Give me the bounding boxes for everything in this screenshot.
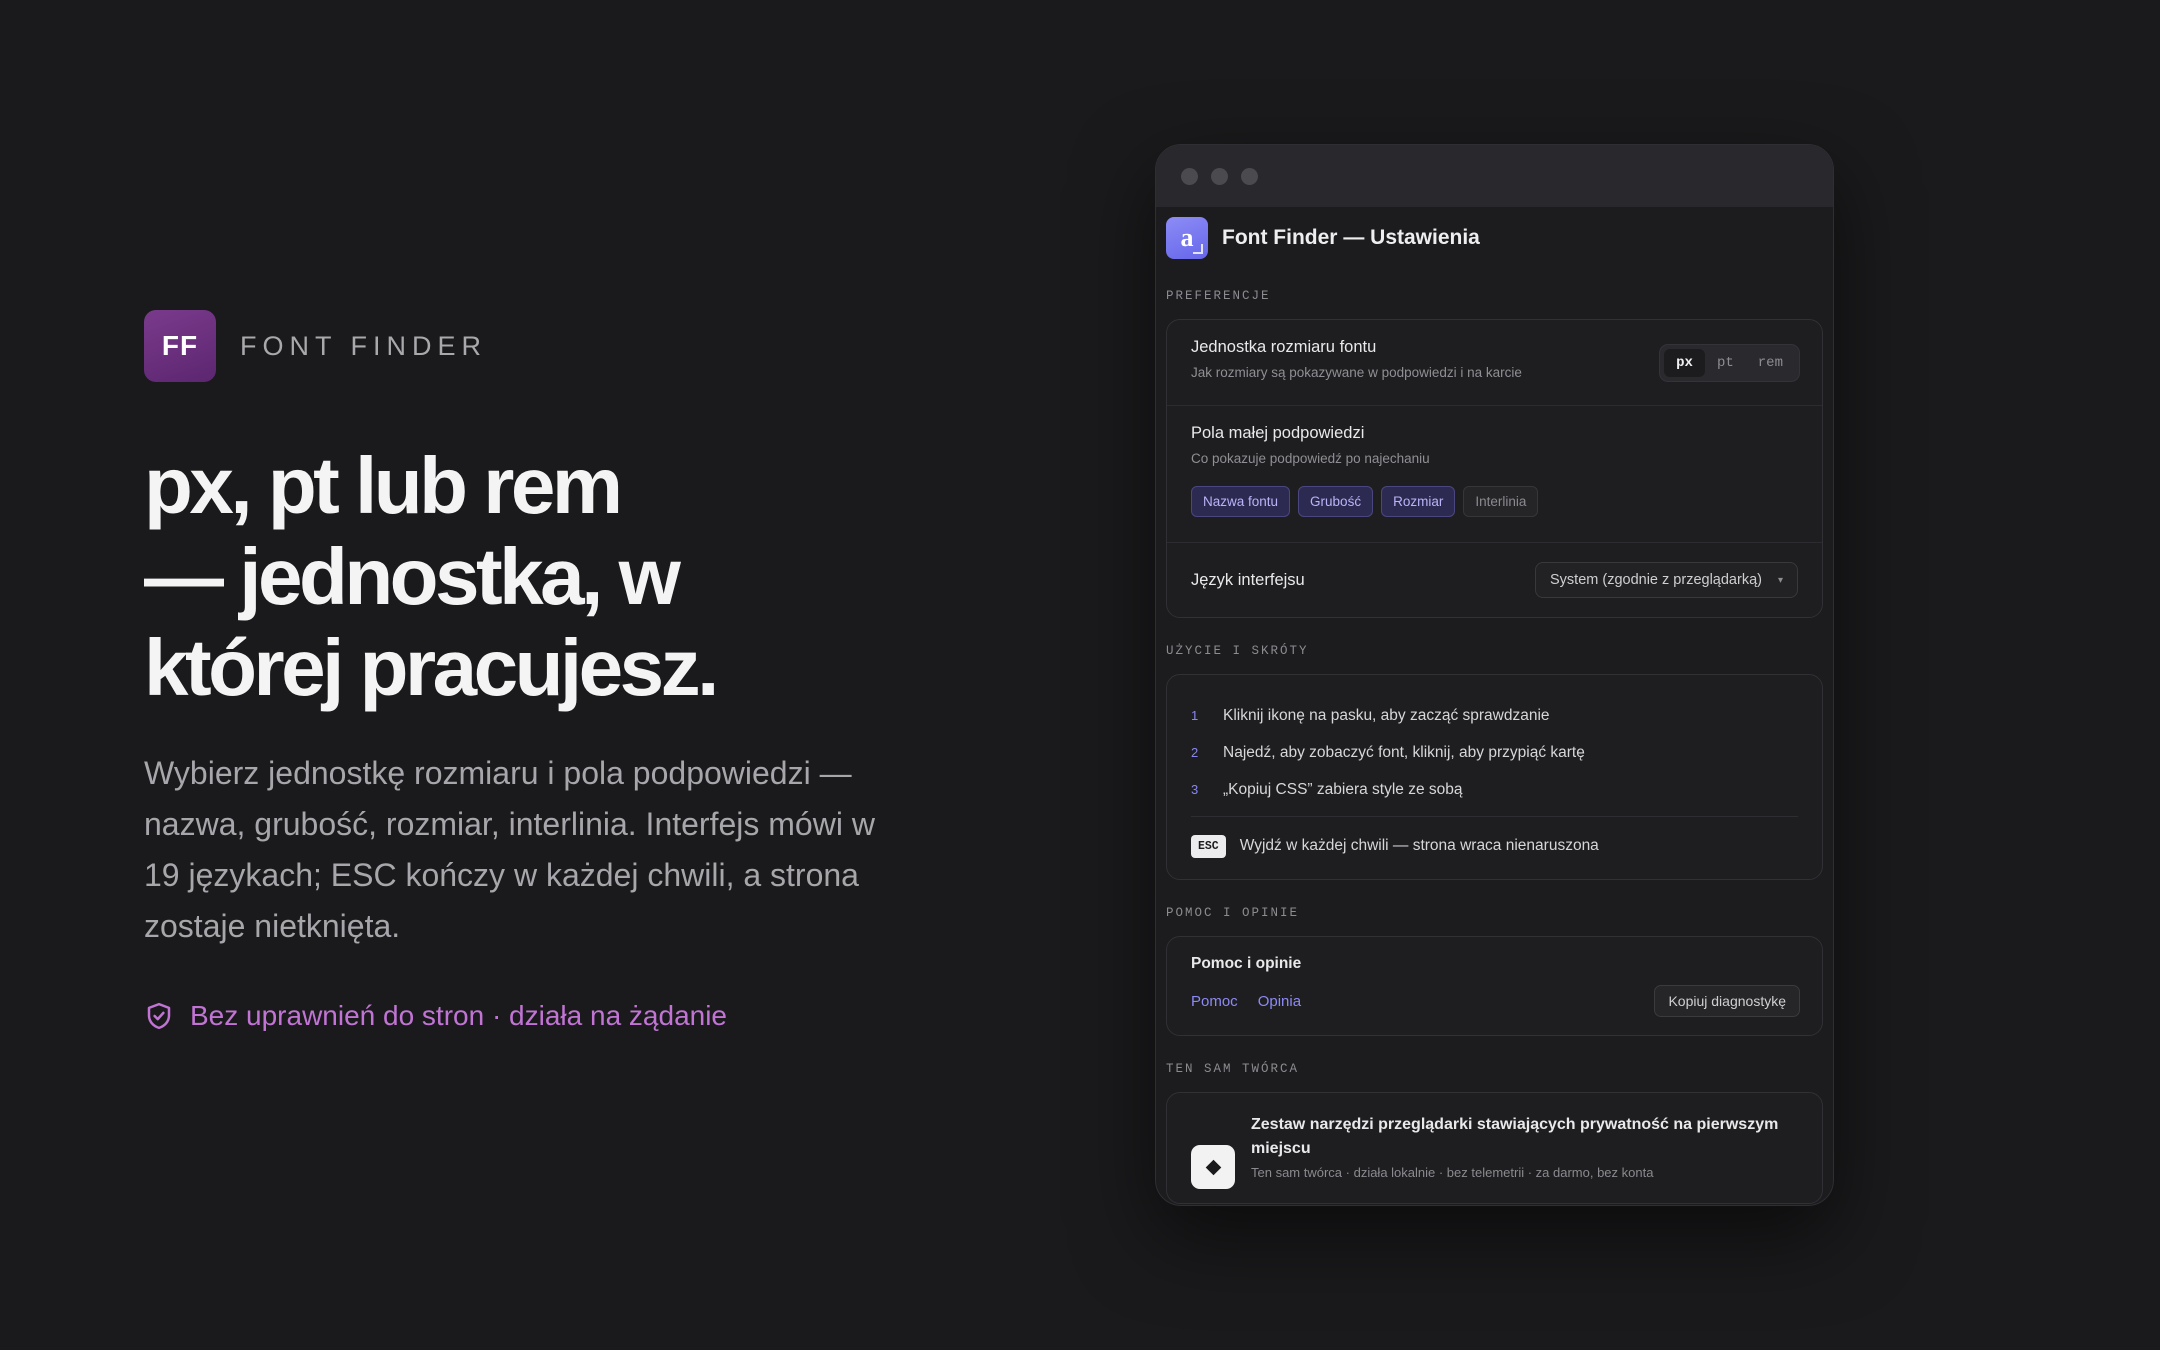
feedback-link[interactable]: Opinia (1258, 993, 1301, 1010)
esc-text: Wyjdź w każdej chwili — strona wraca nie… (1239, 837, 1599, 854)
diamond-icon (1191, 1145, 1235, 1189)
app-header: a Font Finder — Ustawienia (1166, 217, 1823, 259)
tooltip-fields-title: Pola małej podpowiedzi (1191, 424, 1365, 442)
step-number: 2 (1191, 745, 1199, 760)
step-text: Kliknij ikonę na pasku, aby zacząć spraw… (1223, 706, 1550, 724)
help-card: Pomoc i opinie Pomoc Opinia Kopiuj diagn… (1166, 936, 1823, 1036)
step-text: „Kopiuj CSS” zabiera style ze sobą (1223, 780, 1463, 798)
brand-name: FONT FINDER (240, 330, 487, 361)
badge-text: Bez uprawnień do stron · działa na żądan… (190, 1000, 728, 1031)
step-text: Najedź, aby zobaczyć font, kliknij, aby … (1223, 743, 1585, 761)
window-close-dot[interactable] (1181, 167, 1198, 185)
window-titlebar (1156, 145, 1833, 207)
language-row: Język interfejsu System (zgodnie z przeg… (1167, 543, 1822, 617)
list-item: 1 Kliknij ikonę na pasku, aby zacząć spr… (1191, 697, 1798, 734)
hero-title-line: której pracujesz. (144, 623, 719, 712)
unit-option-pt[interactable]: pt (1705, 349, 1746, 377)
chip-size[interactable]: Rozmiar (1381, 486, 1456, 517)
font-finder-icon: a (1166, 217, 1208, 259)
language-select-value: System (zgodnie z przeglądarką) (1550, 572, 1762, 588)
brand: FF FONT FINDER (144, 310, 487, 382)
settings-window: a Font Finder — Ustawienia PREFERENCJE J… (1155, 144, 1834, 1206)
esc-key-badge: ESC (1191, 834, 1226, 858)
language-select[interactable]: System (zgodnie z przeglądarką) ▾ (1535, 562, 1798, 598)
chip-weight[interactable]: Grubość (1298, 486, 1374, 517)
unit-option-rem[interactable]: rem (1746, 349, 1795, 377)
language-title: Język interfejsu (1191, 570, 1305, 589)
creator-subtitle: Ten sam twórca · działa lokalnie · bez t… (1251, 1165, 1654, 1180)
help-link[interactable]: Pomoc (1191, 993, 1238, 1010)
shield-check-icon (147, 1002, 171, 1030)
creator-title: Zestaw narzędzi przeglądarki stawiającyc… (1251, 1116, 1779, 1157)
permissions-badge: Bez uprawnień do stron · działa na żądan… (144, 1000, 727, 1032)
window-minimize-dot[interactable] (1211, 167, 1228, 185)
creator-card[interactable]: Zestaw narzędzi przeglądarki stawiającyc… (1166, 1092, 1823, 1204)
help-title: Pomoc i opinie (1191, 955, 1302, 972)
chevron-down-icon: ▾ (1777, 574, 1783, 586)
hero-title: px, pt lub rem — jednostka, w której pra… (144, 440, 964, 713)
tooltip-fields-subtitle: Co pokazuje podpowiedź po najechaniu (1191, 451, 1430, 466)
section-label-help: POMOC I OPINIE (1166, 906, 1300, 920)
section-label-preferences: PREFERENCJE (1166, 289, 1271, 303)
copy-diagnostics-button[interactable]: Kopiuj diagnostykę (1654, 985, 1800, 1017)
font-unit-row: Jednostka rozmiaru fontu Jak rozmiary są… (1167, 320, 1822, 406)
list-item: 2 Najedź, aby zobaczyć font, kliknij, ab… (1191, 734, 1798, 771)
step-number: 3 (1191, 782, 1199, 797)
tooltip-field-chips: Nazwa fontu Grubość Rozmiar Interlinia (1191, 486, 1798, 517)
preferences-card: Jednostka rozmiaru fontu Jak rozmiary są… (1166, 319, 1823, 618)
chip-font-name[interactable]: Nazwa fontu (1191, 486, 1291, 517)
hero-title-line: px, pt lub rem (144, 441, 623, 530)
divider (1191, 816, 1798, 817)
esc-shortcut-row: ESC Wyjdź w każdej chwili — strona wraca… (1191, 831, 1798, 861)
section-label-creator: TEN SAM TWÓRCA (1166, 1062, 1300, 1076)
hero-description: Wybierz jednostkę rozmiaru i pola podpow… (144, 755, 875, 944)
chip-line-height[interactable]: Interlinia (1463, 486, 1539, 517)
unit-option-px[interactable]: px (1664, 349, 1705, 377)
app-title: Font Finder — Ustawienia (1222, 226, 1480, 249)
hero-title-line: — jednostka, w (144, 532, 681, 621)
list-item: 3 „Kopiuj CSS” zabiera style ze sobą (1191, 771, 1798, 808)
tooltip-fields-row: Pola małej podpowiedzi Co pokazuje podpo… (1167, 406, 1822, 543)
brand-logo: FF (144, 310, 216, 382)
window-zoom-dot[interactable] (1241, 167, 1258, 185)
font-unit-segmented-control: px pt rem (1659, 344, 1800, 382)
section-label-usage: UŻYCIE I SKRÓTY (1166, 644, 1309, 658)
step-number: 1 (1191, 708, 1199, 723)
usage-card: 1 Kliknij ikonę na pasku, aby zacząć spr… (1166, 674, 1823, 880)
